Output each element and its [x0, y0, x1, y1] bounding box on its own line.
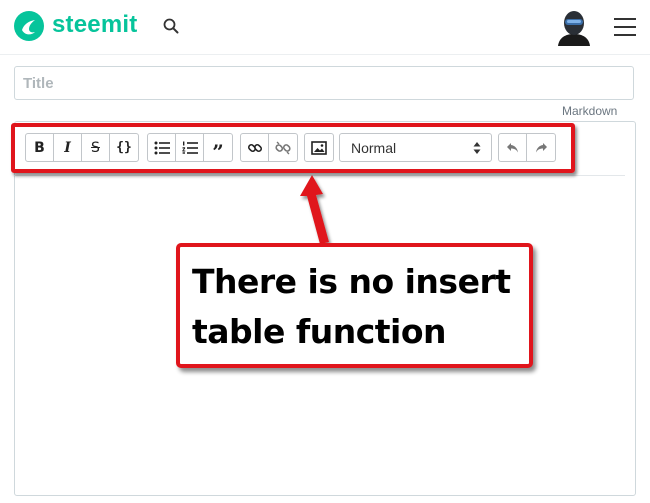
hamburger-menu-icon[interactable]: [614, 18, 636, 36]
toolbar-divider: [14, 175, 625, 176]
brand-name[interactable]: steemit: [52, 11, 137, 39]
toolbar-highlight-box: [11, 123, 575, 173]
avatar[interactable]: [556, 8, 592, 46]
title-input[interactable]: [14, 66, 634, 100]
steemit-logo-icon[interactable]: [13, 10, 45, 42]
markdown-toggle-link[interactable]: Markdown: [562, 104, 617, 118]
search-icon[interactable]: [162, 17, 180, 35]
callout-text-line-2: table function: [192, 312, 447, 351]
callout-text-line-1: There is no insert: [192, 262, 511, 301]
annotation-callout: There is no insert table function: [176, 243, 533, 368]
top-navbar: steemit: [0, 0, 650, 55]
